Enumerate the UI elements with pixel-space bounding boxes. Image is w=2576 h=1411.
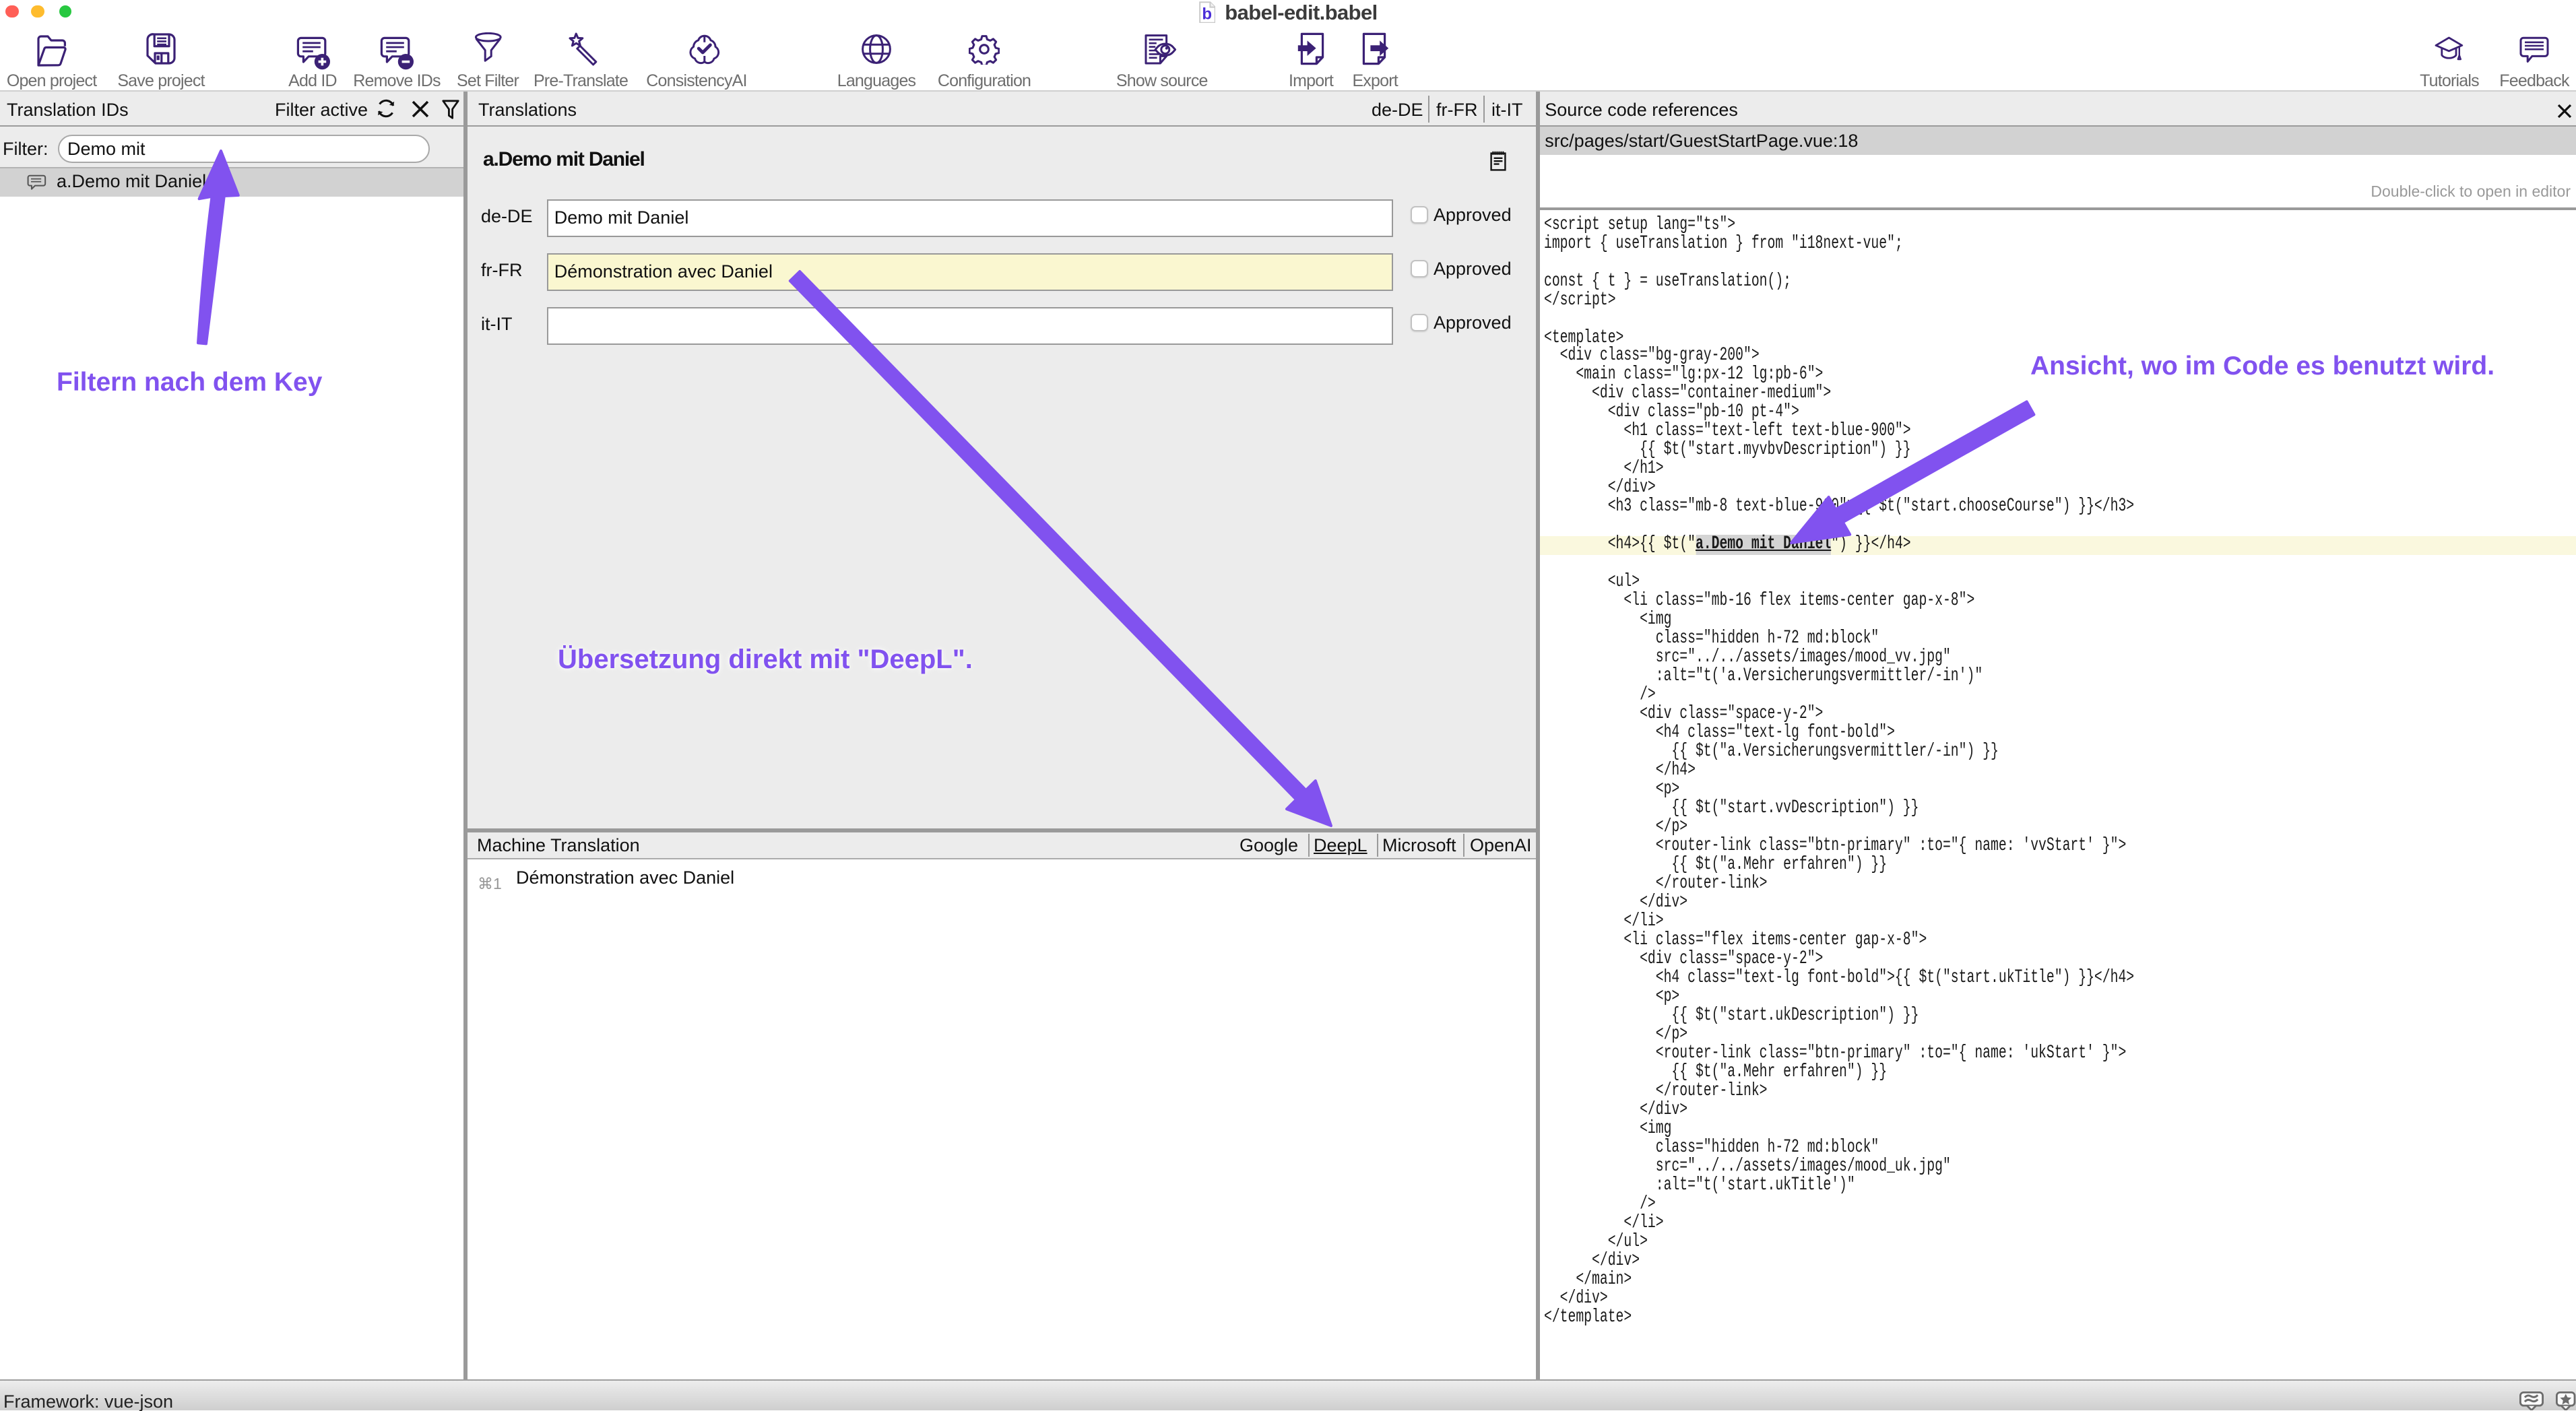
svg-text:b: b [1202,4,1211,22]
